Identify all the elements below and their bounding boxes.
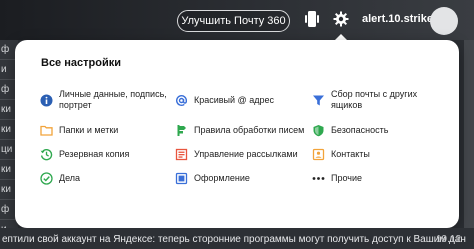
settings-title: Все настройки bbox=[41, 57, 121, 69]
settings-item-newsletters[interactable]: Управление рассылками bbox=[174, 142, 311, 166]
newsletter-icon bbox=[174, 147, 188, 161]
check-icon bbox=[39, 171, 53, 185]
shield-icon bbox=[311, 123, 325, 137]
settings-grid: Личные данные, подпись, портрет Красивый… bbox=[39, 82, 449, 214]
phone-icon bbox=[304, 10, 320, 33]
settings-item-security[interactable]: Безопасность bbox=[311, 118, 449, 142]
at-icon bbox=[174, 93, 188, 107]
settings-item-label: Папки и метки bbox=[59, 124, 119, 135]
settings-item-other[interactable]: Прочие bbox=[311, 166, 449, 190]
contacts-icon bbox=[311, 147, 325, 161]
folder-icon bbox=[39, 123, 53, 137]
message-date: 19.12 bbox=[436, 234, 462, 245]
settings-dropdown: Все настройки Личные данные, подпись, по… bbox=[15, 40, 459, 228]
settings-item-backup[interactable]: Резервная копия bbox=[39, 142, 174, 166]
settings-item-mail-collector[interactable]: Сбор почты с других ящиков bbox=[311, 82, 449, 118]
settings-item-label: Безопасность bbox=[331, 124, 389, 135]
info-icon bbox=[39, 93, 53, 107]
history-icon bbox=[39, 147, 53, 161]
upgrade-mail360-button[interactable]: Улучшить Почту 360 bbox=[177, 10, 290, 32]
settings-item-personal-data[interactable]: Личные данные, подпись, портрет bbox=[39, 82, 174, 118]
funnel-icon bbox=[311, 93, 325, 107]
settings-item-contacts[interactable]: Контакты bbox=[311, 142, 449, 166]
scrollbar-track[interactable] bbox=[464, 40, 474, 240]
username[interactable]: alert.10.strike bbox=[362, 13, 433, 25]
mobile-app-button[interactable] bbox=[301, 10, 323, 32]
settings-item-todos[interactable]: Дела bbox=[39, 166, 174, 190]
rules-icon bbox=[174, 123, 188, 137]
settings-item-label: Дела bbox=[59, 172, 81, 183]
settings-item-label: Правила обработки писем bbox=[194, 124, 305, 135]
settings-item-label: Красивый @ адрес bbox=[194, 94, 274, 105]
settings-item-label: Управление рассылками bbox=[194, 148, 298, 159]
settings-item-label: Прочие bbox=[331, 172, 363, 183]
message-snippet[interactable]: ептили свой аккаунт на Яндексе: теперь с… bbox=[2, 234, 466, 245]
settings-item-nice-address[interactable]: Красивый @ адрес bbox=[174, 82, 311, 118]
settings-item-label: Сбор почты с других ящиков bbox=[331, 89, 418, 110]
avatar[interactable] bbox=[430, 7, 458, 35]
settings-item-theme[interactable]: Оформление bbox=[174, 166, 311, 190]
settings-item-label: Оформление bbox=[194, 172, 250, 183]
more-icon bbox=[311, 171, 325, 185]
settings-button[interactable] bbox=[327, 8, 355, 34]
settings-item-label: Резервная копия bbox=[59, 148, 130, 159]
settings-item-label: Контакты bbox=[331, 148, 370, 159]
gear-icon bbox=[333, 11, 349, 32]
settings-item-mail-rules[interactable]: Правила обработки писем bbox=[174, 118, 311, 142]
settings-item-folders-labels[interactable]: Папки и метки bbox=[39, 118, 174, 142]
theme-icon bbox=[174, 171, 188, 185]
settings-item-label: Личные данные, подпись, портрет bbox=[59, 89, 167, 110]
